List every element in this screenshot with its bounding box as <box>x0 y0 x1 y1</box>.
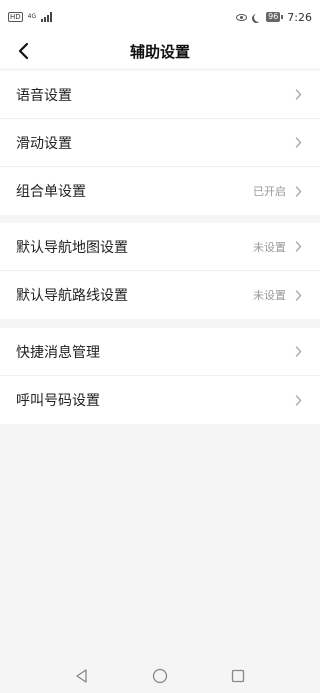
nav-home-button[interactable] <box>152 668 168 684</box>
chevron-right-icon <box>292 241 304 253</box>
row-right <box>286 394 304 406</box>
row-label: 呼叫号码设置 <box>16 393 100 409</box>
row-right <box>286 346 304 358</box>
swipe-settings-row[interactable]: 滑动设置 <box>0 119 320 167</box>
default-nav-map-row[interactable]: 默认导航地图设置 未设置 <box>0 223 320 271</box>
chevron-left-icon <box>18 42 29 60</box>
back-button[interactable] <box>12 39 36 63</box>
chevron-right-icon <box>292 346 304 358</box>
settings-group-1: 语音设置 滑动设置 组合单设置 已开启 <box>0 71 320 215</box>
signal-icon <box>41 12 53 22</box>
eye-comfort-icon <box>236 13 248 21</box>
status-left: HD 4G <box>8 12 53 22</box>
circle-home-icon <box>152 668 168 684</box>
nav-back-button[interactable] <box>74 668 90 684</box>
row-label: 默认导航地图设置 <box>16 239 128 256</box>
battery-icon: 96 <box>266 12 284 22</box>
moon-icon <box>254 13 263 22</box>
hd-badge: HD <box>8 12 23 22</box>
square-recents-icon <box>231 669 245 683</box>
clock: 7:26 <box>287 10 312 24</box>
row-right: 已开启 <box>253 183 304 199</box>
combo-order-settings-row[interactable]: 组合单设置 已开启 <box>0 167 320 215</box>
network-type: 4G <box>28 14 36 20</box>
page-title: 辅助设置 <box>129 42 190 61</box>
status-right: 96 7:26 <box>236 11 312 24</box>
row-label: 语音设置 <box>16 87 72 104</box>
nav-recents-button[interactable] <box>230 668 246 684</box>
row-status: 未设置 <box>253 240 286 254</box>
voice-settings-row[interactable]: 语音设置 <box>0 71 320 119</box>
row-label: 组合单设置 <box>16 184 86 200</box>
chevron-right-icon <box>292 185 304 197</box>
status-bar: HD 4G 96 7:26 <box>0 0 320 34</box>
row-right <box>286 89 304 101</box>
default-nav-route-row[interactable]: 默认导航路线设置 未设置 <box>0 271 320 319</box>
row-right: 未设置 <box>253 287 304 303</box>
system-nav-bar <box>0 659 320 693</box>
quick-message-row[interactable]: 快捷消息管理 <box>0 328 320 376</box>
call-number-row[interactable]: 呼叫号码设置 <box>0 376 320 424</box>
chevron-right-icon <box>292 89 304 101</box>
chevron-right-icon <box>292 394 304 406</box>
row-status: 已开启 <box>253 185 286 198</box>
settings-group-3: 快捷消息管理 呼叫号码设置 <box>0 328 320 424</box>
row-label: 滑动设置 <box>16 135 72 152</box>
app-header: 辅助设置 <box>0 34 320 68</box>
chevron-right-icon <box>292 137 304 149</box>
row-label: 默认导航路线设置 <box>16 288 128 304</box>
network-type-label: 4G <box>27 13 37 20</box>
row-right: 未设置 <box>253 239 304 255</box>
row-label: 快捷消息管理 <box>16 344 100 361</box>
row-right <box>286 137 304 149</box>
row-status: 未设置 <box>253 289 286 302</box>
triangle-back-icon <box>76 669 87 683</box>
settings-group-2: 默认导航地图设置 未设置 默认导航路线设置 未设置 <box>0 223 320 319</box>
chevron-right-icon <box>292 289 304 301</box>
